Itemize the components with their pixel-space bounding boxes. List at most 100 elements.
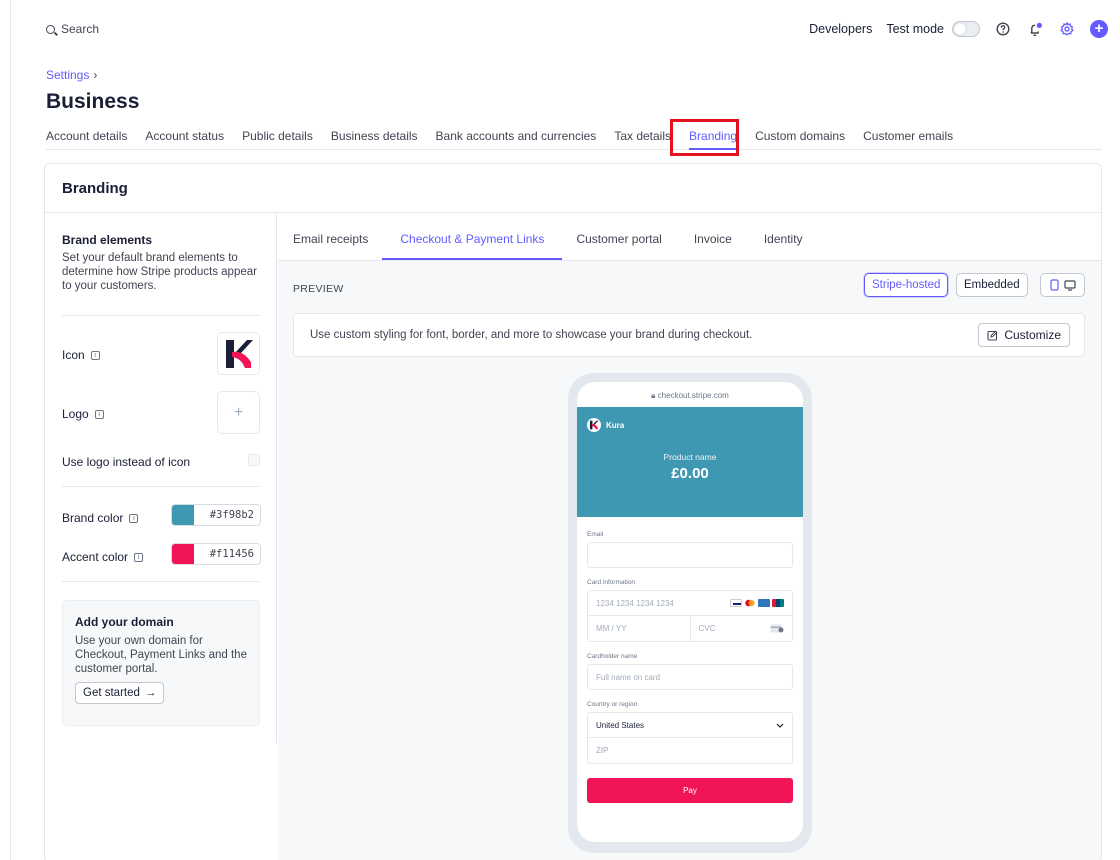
checkout-form: Email Card information 1234 1234 1234 12…: [577, 517, 803, 803]
divider: [62, 581, 260, 582]
tab-tax-details[interactable]: Tax details: [614, 125, 671, 150]
brand-icon-upload[interactable]: [217, 332, 260, 375]
preview-label: PREVIEW: [293, 283, 344, 295]
country-value: United States: [596, 720, 645, 730]
breadcrumb: Settings ›: [46, 68, 97, 82]
checkout-header: Kura Product name £0.00: [577, 407, 803, 517]
brand-color-hex: #3f98b2: [209, 509, 254, 521]
accent-color-swatch[interactable]: [172, 544, 194, 564]
country-select[interactable]: United States: [587, 712, 793, 738]
brand-color-label: Brand color: [62, 511, 124, 525]
cvc-card-icon: [770, 624, 784, 633]
add-domain-title: Add your domain: [75, 615, 174, 629]
divider: [62, 486, 260, 487]
brand-color-swatch[interactable]: [172, 505, 194, 525]
visa-icon: [730, 599, 742, 607]
tab-custom-domains[interactable]: Custom domains: [755, 125, 845, 150]
info-icon: i: [90, 350, 100, 360]
stripe-hosted-button[interactable]: Stripe-hosted: [864, 273, 949, 297]
checkout-url: 🔒︎ checkout.stripe.com: [577, 382, 803, 407]
create-new-button[interactable]: +: [1090, 20, 1108, 38]
email-field[interactable]: [587, 542, 793, 568]
lock-icon: 🔒︎: [651, 391, 656, 400]
chevron-down-icon: [776, 723, 784, 728]
device-toggle[interactable]: [1040, 273, 1085, 297]
banner-text: Use custom styling for font, border, and…: [310, 329, 753, 341]
info-icon: i: [134, 552, 144, 562]
card-number-placeholder: 1234 1234 1234 1234: [596, 598, 674, 608]
cvc-field[interactable]: CVC: [689, 616, 793, 642]
search-icon: [46, 24, 55, 34]
subtab-customer-portal[interactable]: Customer portal: [576, 213, 661, 260]
preview-panel: Email receipts Checkout & Payment Links …: [278, 213, 1101, 860]
help-icon[interactable]: [994, 20, 1012, 38]
logo-label: Logo: [62, 407, 89, 421]
logo-upload-button[interactable]: +: [217, 391, 260, 434]
top-right-actions: Developers Test mode +: [809, 20, 1108, 38]
desktop-icon[interactable]: [1063, 279, 1076, 291]
info-icon: i: [94, 409, 104, 419]
card-title: Branding: [62, 180, 128, 197]
test-mode-toggle[interactable]: [952, 21, 980, 37]
brand-elements-description: Set your default brand elements to deter…: [62, 252, 257, 292]
card-number-field[interactable]: 1234 1234 1234 1234: [587, 590, 793, 616]
tab-bank-accounts[interactable]: Bank accounts and currencies: [436, 125, 597, 150]
checkout-screen: 🔒︎ checkout.stripe.com Kura Product name…: [577, 382, 803, 842]
subtab-identity[interactable]: Identity: [764, 213, 803, 260]
kura-logo-icon: [225, 339, 253, 368]
subtab-email-receipts[interactable]: Email receipts: [293, 213, 368, 260]
tab-account-details[interactable]: Account details: [46, 125, 127, 150]
get-started-button[interactable]: Get started →: [75, 682, 165, 704]
preview-area: PREVIEW Stripe-hosted Embedded Use custo…: [278, 260, 1101, 860]
brand-color-row-label: Brand color i: [62, 511, 139, 525]
info-icon: i: [129, 513, 139, 523]
customize-button[interactable]: Customize: [978, 323, 1070, 347]
branding-card: Branding Brand elements Set your default…: [44, 163, 1102, 860]
cardholder-field[interactable]: Full name on card: [587, 664, 793, 690]
accent-color-row-label: Accent color i: [62, 550, 144, 564]
brand-elements-title: Brand elements: [62, 233, 153, 247]
developers-link[interactable]: Developers: [809, 22, 872, 36]
checkout-brand: Kura: [587, 418, 624, 432]
unionpay-icon: [772, 599, 784, 607]
breadcrumb-separator: ›: [93, 68, 98, 82]
icon-row-label: Icon i: [62, 348, 100, 362]
logo-row-label: Logo i: [62, 407, 104, 421]
subtab-checkout-payment-links[interactable]: Checkout & Payment Links: [382, 213, 563, 260]
pay-button[interactable]: Pay: [587, 778, 793, 803]
customize-label: Customize: [1004, 328, 1061, 342]
tab-customer-emails[interactable]: Customer emails: [863, 125, 953, 150]
kura-logo-icon: [587, 418, 601, 432]
subtab-invoice[interactable]: Invoice: [694, 213, 732, 260]
breadcrumb-settings-link[interactable]: Settings: [46, 68, 89, 82]
mastercard-icon: [744, 599, 756, 607]
top-bar: Search Developers Test mode +: [46, 18, 1108, 40]
accent-color-label: Accent color: [62, 550, 129, 564]
custom-styling-banner: Use custom styling for font, border, and…: [293, 313, 1085, 357]
window-edge: [10, 0, 11, 860]
cardholder-label: Cardholder name: [587, 653, 638, 660]
tab-account-status[interactable]: Account status: [145, 125, 224, 150]
product-name: Product name: [663, 452, 717, 462]
settings-gear-icon[interactable]: [1058, 20, 1076, 38]
amex-icon: [758, 599, 770, 607]
cvc-placeholder: CVC: [698, 624, 716, 633]
checkout-url-text: checkout.stripe.com: [657, 391, 729, 400]
embedded-button[interactable]: Embedded: [956, 273, 1028, 297]
search-bar[interactable]: Search: [46, 22, 99, 36]
search-label: Search: [61, 22, 100, 36]
mobile-icon[interactable]: [1049, 279, 1059, 291]
notifications-icon[interactable]: [1026, 20, 1044, 38]
zip-field[interactable]: ZIP: [587, 738, 793, 764]
use-logo-checkbox[interactable]: [248, 454, 260, 466]
expiry-field[interactable]: MM / YY: [587, 616, 690, 642]
edit-icon: [987, 330, 998, 341]
add-domain-card: Add your domain Use your own domain for …: [62, 600, 260, 726]
tab-public-details[interactable]: Public details: [242, 125, 313, 150]
tab-branding[interactable]: Branding: [689, 125, 738, 150]
tab-business-details[interactable]: Business details: [331, 125, 418, 150]
product-price: £0.00: [671, 465, 709, 482]
brand-color-input[interactable]: #3f98b2: [171, 504, 261, 526]
accent-color-hex: #f11456: [209, 548, 254, 560]
accent-color-input[interactable]: #f11456: [171, 543, 261, 565]
